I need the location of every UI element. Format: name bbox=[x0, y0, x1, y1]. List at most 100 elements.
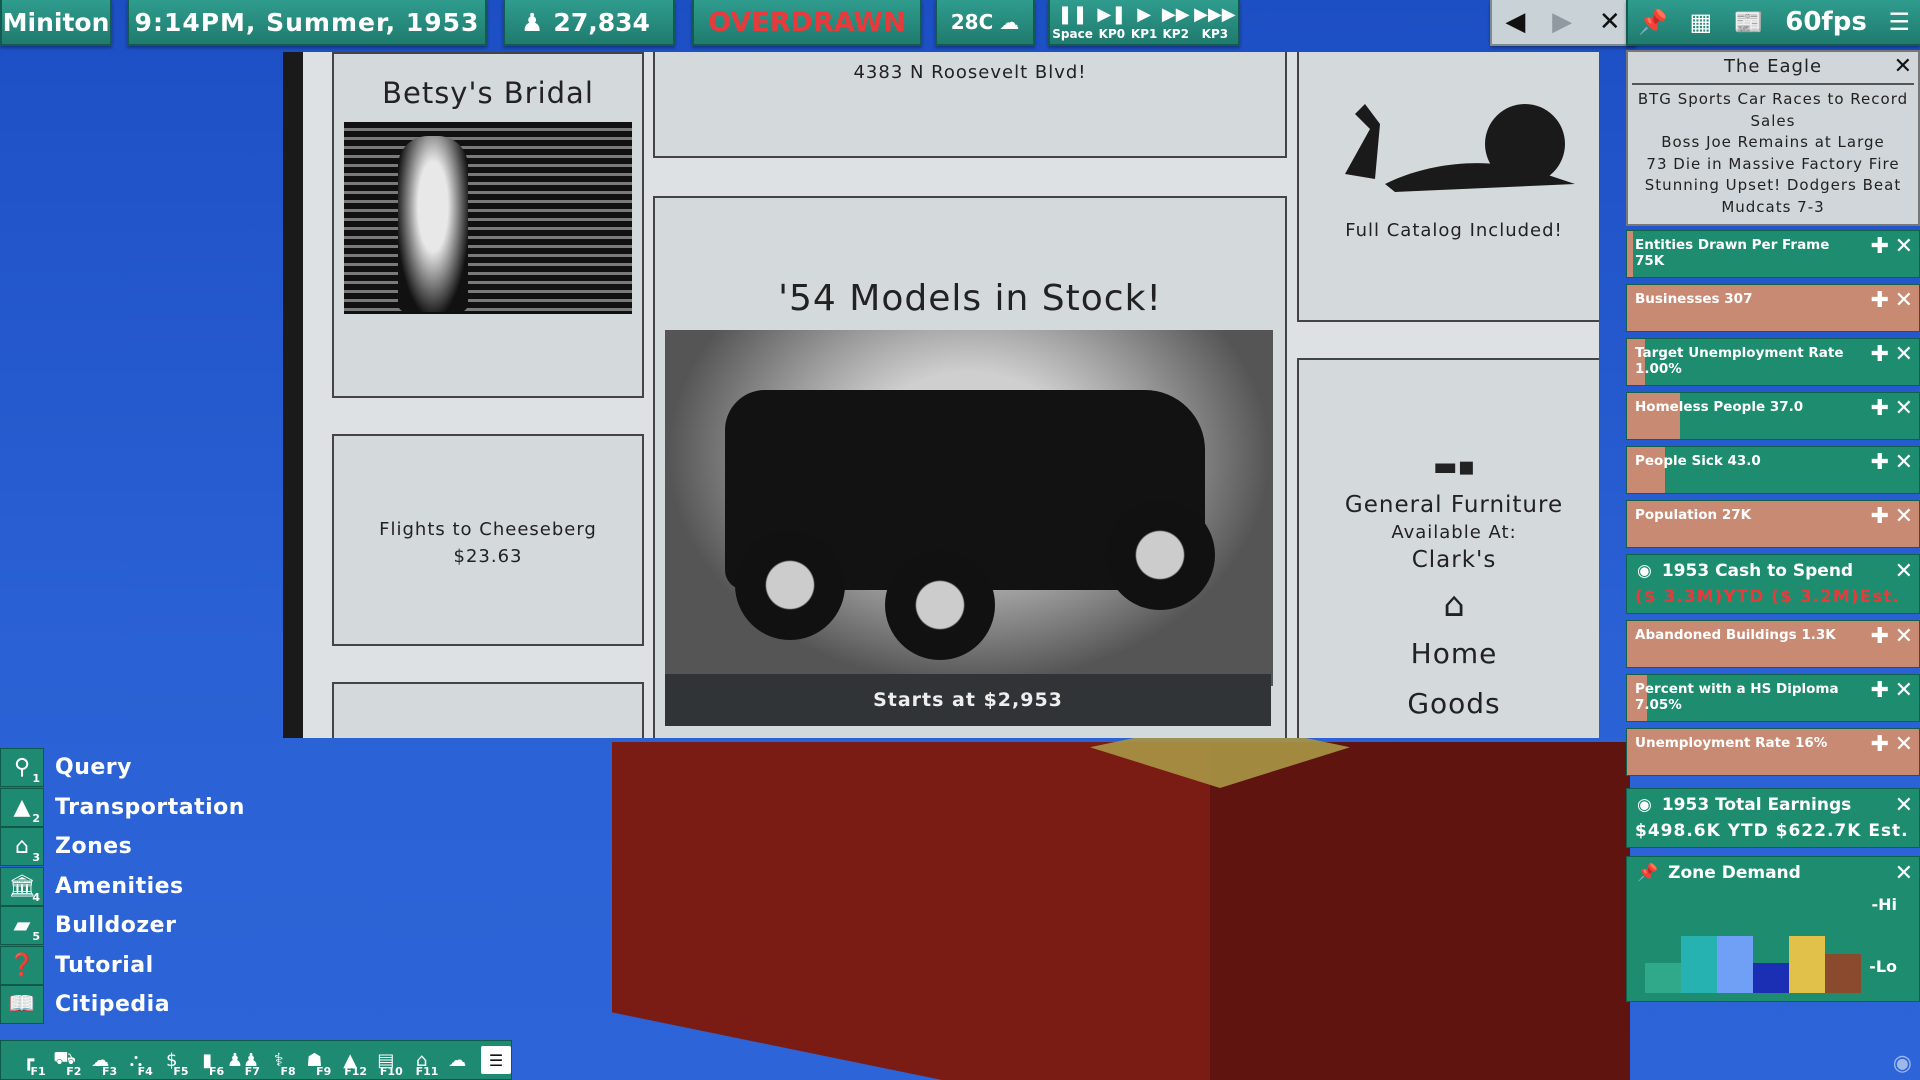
date-time[interactable]: 9:14PM, Summer, 1953 bbox=[127, 0, 487, 46]
money-status[interactable]: OVERDRAWN bbox=[692, 0, 922, 46]
close-icon[interactable]: ✕ bbox=[1895, 680, 1913, 702]
plus-icon[interactable]: ✚ bbox=[1871, 734, 1889, 756]
notes-button[interactable]: ☰ bbox=[481, 1046, 511, 1074]
speed-controls: ❚❚ Space ▶❚ KP0 ▶ KP1 ▶▶ KP2 ▶▶▶ KP3 bbox=[1048, 0, 1240, 46]
tool-label: Citipedia bbox=[55, 992, 171, 1018]
world-building-face[interactable] bbox=[612, 742, 1212, 1080]
ad-furniture-line1: General Furniture bbox=[1344, 492, 1564, 518]
play-slow-icon: ▶❚ bbox=[1097, 4, 1127, 25]
plus-icon[interactable]: ✚ bbox=[1871, 452, 1889, 474]
close-icon[interactable]: ✕ bbox=[1895, 559, 1913, 584]
speed-fastest-button[interactable]: ▶▶▶ KP3 bbox=[1194, 4, 1236, 41]
tool-transportation[interactable]: ▲ 2 Transportation bbox=[0, 787, 250, 828]
overlay-f11-button[interactable]: ⌂ F11 bbox=[404, 1041, 440, 1079]
ad-address-text: 4383 N Roosevelt Blvd! bbox=[853, 62, 1087, 83]
speed-key-label: KP1 bbox=[1130, 27, 1158, 41]
close-icon[interactable]: ✕ bbox=[1894, 54, 1912, 79]
previous-page-button[interactable]: ◀ bbox=[1505, 7, 1525, 37]
menu-icon[interactable]: ☰ bbox=[1888, 8, 1910, 36]
close-icon[interactable]: ✕ bbox=[1895, 626, 1913, 648]
tool-citipedia[interactable]: 📖 Citipedia bbox=[0, 985, 250, 1025]
stat-target-unemployment[interactable]: Target Unemployment Rate 1.00% ✚ ✕ bbox=[1626, 338, 1920, 386]
overlay-f7-button[interactable]: ♟♟ F7 bbox=[225, 1041, 261, 1079]
stat-people-sick[interactable]: People Sick 43.0 ✚ ✕ bbox=[1626, 446, 1920, 494]
hotkey-label: F5 bbox=[173, 1065, 189, 1078]
headlines-widget[interactable]: The Eagle ✕ BTG Sports Car Races to Reco… bbox=[1626, 50, 1920, 226]
stat-homeless[interactable]: Homeless People 37.0 ✚ ✕ bbox=[1626, 392, 1920, 440]
overlay-f9-button[interactable]: ☗ F9 bbox=[297, 1041, 333, 1079]
overlay-f1-button[interactable]: ┏ F1 bbox=[11, 1041, 47, 1079]
stat-businesses[interactable]: Businesses 307 ✚ ✕ bbox=[1626, 284, 1920, 332]
tool-query[interactable]: ⚲ 1 Query bbox=[0, 748, 250, 788]
stat-hs-diploma[interactable]: Percent with a HS Diploma 7.05% ✚ ✕ bbox=[1626, 674, 1920, 722]
overlay-f5-button[interactable]: $ F5 bbox=[154, 1041, 190, 1079]
temperature-value: 28C bbox=[950, 10, 994, 34]
stat-fill bbox=[1627, 231, 1633, 277]
close-icon[interactable]: ✕ bbox=[1895, 861, 1913, 886]
city-name[interactable]: Miniton bbox=[0, 0, 112, 46]
close-icon[interactable]: ✕ bbox=[1895, 344, 1913, 366]
fps-counter: 60fps bbox=[1785, 7, 1867, 37]
tools-bar: 📌 ▦ 📰 60fps ☰ bbox=[1626, 0, 1920, 46]
speed-fast-button[interactable]: ▶▶ KP2 bbox=[1162, 6, 1190, 41]
speed-slow-button[interactable]: ▶❚ KP0 bbox=[1097, 4, 1127, 41]
fastest-forward-icon: ▶▶▶ bbox=[1194, 4, 1236, 25]
pause-button[interactable]: ❚❚ Space bbox=[1052, 6, 1093, 41]
overlay-weather-button[interactable]: ☁ bbox=[439, 1041, 475, 1079]
ad-truck-headline: '54 Models in Stock! bbox=[778, 278, 1162, 319]
plus-icon[interactable]: ✚ bbox=[1871, 290, 1889, 312]
overlay-f8-button[interactable]: ⚕ F8 bbox=[261, 1041, 297, 1079]
tool-zones[interactable]: ⌂ 3 Zones bbox=[0, 827, 250, 867]
stat-entities-drawn[interactable]: Entities Drawn Per Frame 75K ✚ ✕ bbox=[1626, 230, 1920, 278]
visibility-eye-icon[interactable]: ◉ bbox=[1893, 1051, 1912, 1076]
plus-icon[interactable]: ✚ bbox=[1871, 506, 1889, 528]
overlay-f12-button[interactable]: ▲ F12 bbox=[332, 1041, 368, 1079]
overlay-f10-button[interactable]: ▤ F10 bbox=[368, 1041, 404, 1079]
cash-title: 1953 Cash to Spend bbox=[1661, 561, 1854, 581]
earnings-widget[interactable]: ◉ 1953 Total Earnings $498.6K YTD $622.7K… bbox=[1626, 788, 1920, 848]
cash-widget[interactable]: ◉ 1953 Cash to Spend ($ 3.3M)YTD ($ 3.2M)… bbox=[1626, 554, 1920, 614]
stat-abandoned-buildings[interactable]: Abandoned Buildings 1.3K ✚ ✕ bbox=[1626, 620, 1920, 668]
population-value: 27,834 bbox=[553, 7, 650, 37]
bed-icon: ▬▪ bbox=[1432, 452, 1476, 482]
world-building-side[interactable] bbox=[1210, 742, 1630, 1080]
plus-icon[interactable]: ✚ bbox=[1871, 626, 1889, 648]
overlay-f3-button[interactable]: ☁ F3 bbox=[82, 1041, 118, 1079]
close-icon[interactable]: ✕ bbox=[1895, 452, 1913, 474]
grid-icon[interactable]: ▦ bbox=[1689, 8, 1712, 36]
close-icon[interactable]: ✕ bbox=[1895, 506, 1913, 528]
close-icon[interactable]: ✕ bbox=[1895, 398, 1913, 420]
plus-icon[interactable]: ✚ bbox=[1871, 344, 1889, 366]
next-page-button[interactable]: ▶ bbox=[1552, 7, 1572, 37]
newspaper-scroll-handle[interactable] bbox=[287, 466, 299, 478]
close-icon[interactable]: ✕ bbox=[1895, 793, 1913, 818]
hotkey-number: 3 bbox=[32, 851, 40, 865]
overlay-f4-button[interactable]: ⛬ F4 bbox=[118, 1041, 154, 1079]
close-icon[interactable]: ✕ bbox=[1895, 734, 1913, 756]
plus-icon[interactable]: ✚ bbox=[1871, 236, 1889, 258]
population-counter[interactable]: ♟ 27,834 bbox=[503, 0, 675, 46]
plus-icon[interactable]: ✚ bbox=[1871, 398, 1889, 420]
tool-tutorial[interactable]: ❓ Tutorial bbox=[0, 945, 250, 986]
zone-demand-widget[interactable]: 📌 Zone Demand ✕ -Hi -Lo bbox=[1626, 856, 1920, 1002]
divider bbox=[1632, 83, 1914, 85]
hotkey-label: F11 bbox=[415, 1065, 439, 1078]
stat-population[interactable]: Population 27K ✚ ✕ bbox=[1626, 500, 1920, 548]
weather-display[interactable]: 28C ☁ bbox=[935, 0, 1035, 46]
pin-icon[interactable]: 📌 bbox=[1638, 8, 1668, 36]
speed-key-label: KP2 bbox=[1162, 27, 1189, 41]
overlay-f6-button[interactable]: ▮ F6 bbox=[190, 1041, 226, 1079]
ad-flights-price: $23.63 bbox=[453, 546, 523, 567]
overlay-f2-button[interactable]: ⛟ F2 bbox=[47, 1041, 83, 1079]
close-icon[interactable]: ✕ bbox=[1895, 290, 1913, 312]
speed-normal-button[interactable]: ▶ KP1 bbox=[1130, 6, 1158, 41]
newspaper-icon[interactable]: 📰 bbox=[1734, 8, 1764, 36]
plus-icon[interactable]: ✚ bbox=[1871, 680, 1889, 702]
stat-label: Homeless People 37.0 bbox=[1635, 399, 1804, 415]
stat-unemployment-rate[interactable]: Unemployment Rate 16% ✚ ✕ bbox=[1626, 728, 1920, 776]
tool-amenities[interactable]: 🏛 4 Amenities bbox=[0, 866, 250, 907]
close-icon[interactable]: ✕ bbox=[1895, 236, 1913, 258]
tool-bulldozer[interactable]: ▰ 5 Bulldozer bbox=[0, 906, 250, 946]
close-newspaper-button[interactable]: ✕ bbox=[1599, 7, 1621, 37]
hotkey-label: F7 bbox=[244, 1065, 260, 1078]
